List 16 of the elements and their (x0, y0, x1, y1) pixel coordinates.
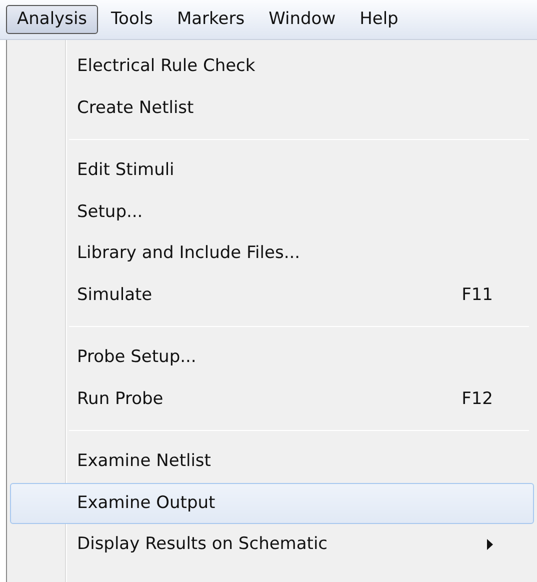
menu-item[interactable]: Display Results on Schematic (10, 524, 534, 566)
menu-title[interactable]: Window (258, 5, 347, 34)
menu-item[interactable]: Edit Stimuli (10, 150, 534, 192)
menu-item[interactable]: Examine Netlist (10, 441, 534, 482)
menu-item[interactable]: Create Netlist (10, 88, 534, 129)
menu-item[interactable]: Library and Include Files... (10, 233, 534, 274)
menu-item[interactable]: Examine Output (10, 482, 534, 524)
menu-title[interactable]: Markers (166, 5, 256, 34)
menu-title[interactable]: Help (348, 5, 410, 34)
menu-item[interactable]: Setup... (10, 192, 534, 233)
menu-item[interactable]: Run Probe F12 (10, 378, 534, 420)
menu-item[interactable]: Electrical Rule Check (10, 46, 534, 88)
menu-title[interactable]: Tools (100, 5, 164, 34)
menu-item[interactable]: Probe Setup... (10, 337, 534, 378)
menu-item[interactable]: Simulate F11 (10, 274, 534, 316)
menu-title[interactable]: Analysis (6, 5, 98, 34)
